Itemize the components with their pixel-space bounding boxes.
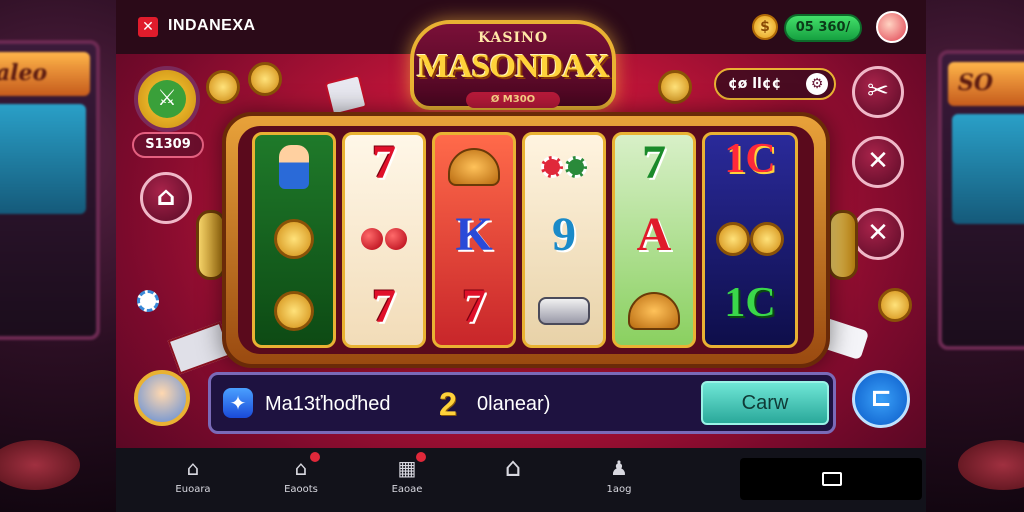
nav-label: 1aog [606, 484, 632, 495]
reel-symbol: 7 [462, 280, 486, 333]
nav-item-bag[interactable]: ♟ 1aog [584, 456, 654, 508]
floating-coin-icon [658, 70, 692, 104]
shop-icon: ⌂ [288, 452, 320, 480]
reel-symbol: 7 [642, 136, 666, 189]
user-avatar[interactable] [876, 11, 908, 43]
nav-item-home[interactable]: ⌂ Euoara [158, 456, 228, 508]
reel-symbol: 1C [724, 136, 776, 182]
brand-logo-icon: ✕ [138, 17, 158, 37]
matched-count: 2 [439, 386, 457, 422]
arcade-screen [0, 104, 86, 214]
helmet-symbol [615, 279, 693, 345]
matched-count-label: 0lanear) [477, 393, 551, 415]
reel-symbol: 7 [372, 136, 396, 189]
reel-symbol: K [455, 208, 493, 261]
arcade-marquee: Saleo [0, 52, 90, 96]
right-handle[interactable] [828, 210, 858, 280]
home-button[interactable]: ⌂ [140, 172, 192, 224]
arcade-machine: SO [938, 50, 1024, 350]
nav-label: Euoara [175, 484, 211, 495]
score-display: S1309 [132, 132, 204, 158]
title-small: KASINO [477, 30, 549, 46]
home-icon: ⌂ [186, 456, 200, 480]
nav-item-shop[interactable]: ⌂ Eaoots [266, 452, 336, 508]
poker-chip-icon [137, 290, 159, 312]
reel-2: 7 7 [342, 132, 426, 348]
profile-button[interactable]: ⚔ [134, 66, 200, 132]
cancel-button[interactable]: ✕ [852, 208, 904, 260]
reel-symbol: 7 [372, 280, 396, 333]
close-button[interactable]: ✕ [852, 136, 904, 188]
bottom-nav: ⌂ Euoara ⌂ Eaoots ▦ Eaoae ⌂ ♟ 1aog [116, 448, 926, 512]
floating-coin-icon [248, 62, 282, 96]
floating-coin-icon [206, 70, 240, 104]
reel-symbol: 9 [552, 208, 576, 261]
reel-5: 7 A [612, 132, 696, 348]
chips-symbol [525, 135, 603, 207]
gear-icon[interactable]: ⚙ [806, 73, 828, 95]
arcade-marquee: SO [948, 62, 1024, 106]
tools-button[interactable]: ✂ [852, 66, 904, 118]
bag-icon: ♟ [610, 456, 628, 480]
nav-label: Eaoae [391, 484, 423, 495]
nav-label: Eaoots [284, 484, 318, 495]
reel-1 [252, 132, 336, 348]
coin-symbol [255, 207, 333, 279]
sword-icon: ⚔ [148, 80, 186, 118]
coin-icon: $ [752, 14, 778, 40]
arcade-machine: Saleo [0, 40, 100, 340]
recent-apps-icon [822, 472, 842, 486]
title-ribbon: Ø M30O [466, 92, 560, 108]
game-title: MASONDAX [416, 48, 610, 85]
player-avatar[interactable] [134, 370, 190, 426]
claim-button[interactable]: Carw [701, 381, 829, 425]
shield-icon: ✦ [223, 388, 253, 418]
matched-text: Ma13ťhoďhed [265, 393, 391, 415]
reel-3: K 7 [432, 132, 516, 348]
nav-item-home-outline[interactable]: ⌂ [478, 453, 548, 508]
reel-4: 9 [522, 132, 606, 348]
brand-name: INDANEXA [168, 17, 256, 34]
background-left: Saleo [0, 0, 116, 512]
floating-coin-icon [878, 288, 912, 322]
notification-badge [416, 452, 426, 462]
bar-stool [0, 440, 80, 490]
slot-machine: 7 7 K 7 9 7 A 1C 1C [222, 112, 830, 368]
coins-symbol [705, 207, 795, 279]
cherry-symbol [345, 207, 423, 279]
bar-stool [958, 440, 1024, 490]
reel-6: 1C 1C [702, 132, 798, 348]
game-screen: ✕ INDANEXA $ 05 360/ KASINO MASONDAX Ø M… [116, 0, 926, 512]
menu-button[interactable]: ⊏ [852, 370, 910, 428]
mascot-symbol [255, 135, 333, 207]
reel-window: 7 7 K 7 9 7 A 1C 1C [238, 126, 814, 354]
balance-display[interactable]: 05 360/ [784, 14, 862, 42]
info-pill-text: ¢ø ll¢¢ [728, 76, 782, 92]
notification-badge [310, 452, 320, 462]
coin-symbol [255, 279, 333, 345]
reel-symbol: A [636, 208, 672, 261]
coin-stack-symbol [525, 279, 603, 345]
dice-icon [324, 74, 368, 116]
arcade-screen [952, 114, 1024, 224]
home-outline-icon: ⌂ [504, 453, 522, 483]
helmet-symbol [435, 135, 513, 207]
grid-icon: ▦ [394, 452, 426, 480]
nav-item-grid[interactable]: ▦ Eaoae [372, 452, 442, 508]
game-title-badge: KASINO MASONDAX Ø M30O [410, 20, 616, 110]
info-pill[interactable]: ¢ø ll¢¢ ⚙ [714, 68, 836, 100]
action-bar: ✦ Ma13ťhoďhed 2 0lanear) Carw [208, 372, 836, 434]
reel-symbol: 1C [724, 280, 776, 326]
recent-apps-area[interactable] [740, 458, 922, 500]
